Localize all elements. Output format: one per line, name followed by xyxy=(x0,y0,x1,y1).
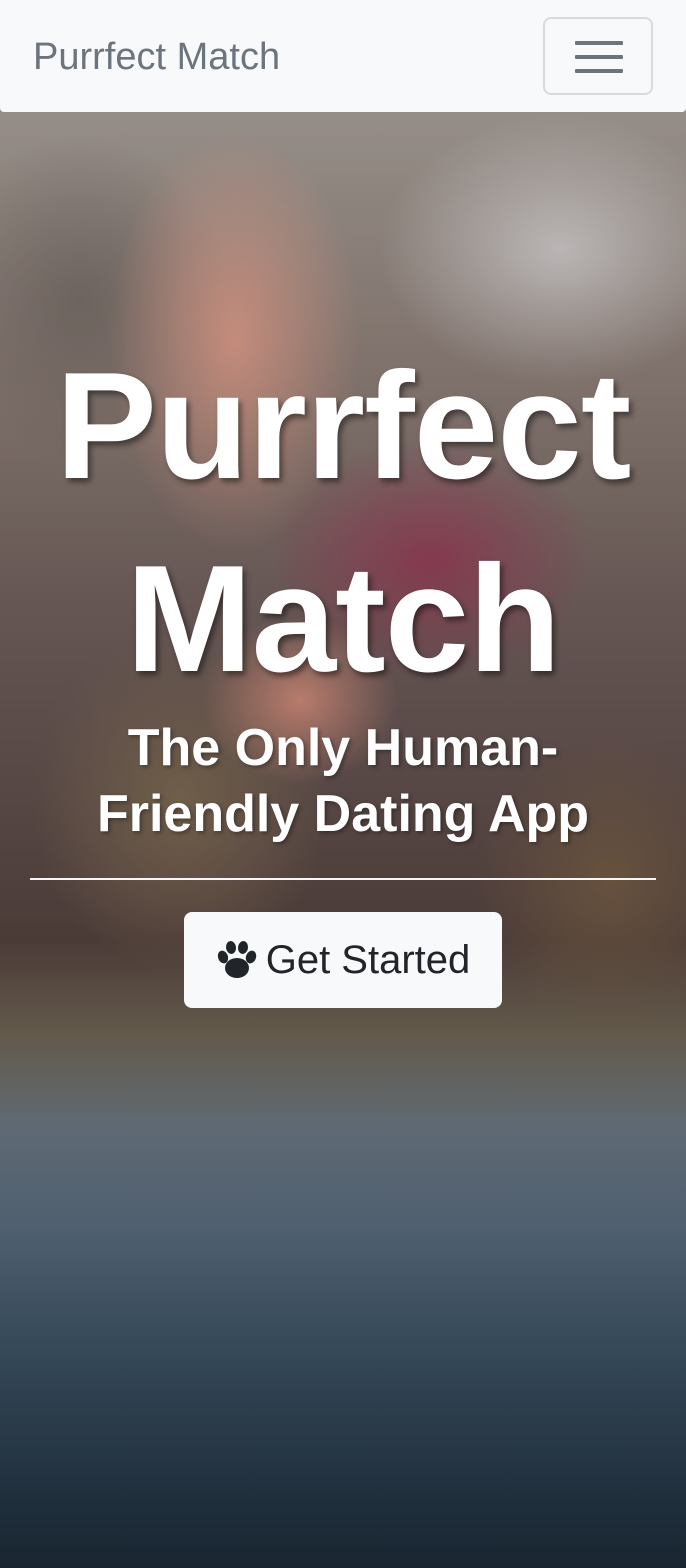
navbar-brand[interactable]: Purrfect Match xyxy=(33,33,280,81)
hero-subtitle: The Only Human-Friendly Dating App xyxy=(96,719,590,843)
get-started-button[interactable]: Get Started xyxy=(184,912,502,1008)
get-started-label: Get Started xyxy=(265,938,471,982)
hero-divider xyxy=(30,878,656,880)
page: Purrfect Match Purrfect Match The Only H… xyxy=(0,0,686,1568)
navbar: Purrfect Match xyxy=(0,0,686,112)
hero-title: Purrfect Match xyxy=(55,341,632,704)
paw-icon xyxy=(217,941,256,978)
navbar-toggler-button[interactable] xyxy=(543,17,653,95)
